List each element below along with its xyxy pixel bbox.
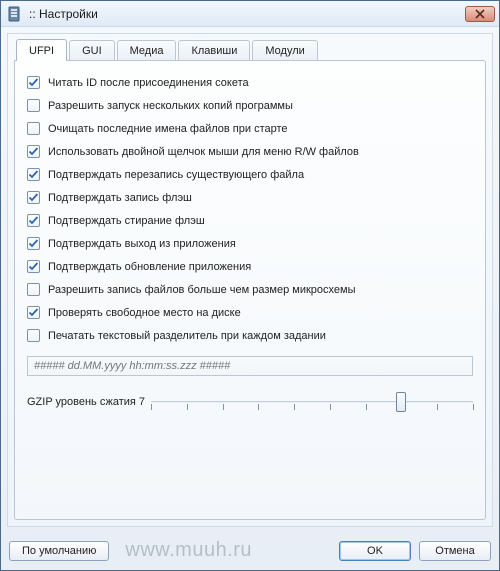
slider-tick: [473, 404, 474, 410]
slider-tick: [330, 404, 331, 410]
slider-tick: [187, 404, 188, 410]
option-label: Печатать текстовый разделитель при каждо…: [48, 330, 326, 342]
option-row: Подтверждать обновление приложения: [27, 260, 473, 273]
tab-page-ufpi: Читать ID после присоединения сокета Разр…: [14, 60, 486, 520]
slider-tick: [366, 404, 367, 410]
slider-tick: [294, 404, 295, 410]
option-checkbox[interactable]: [27, 99, 40, 112]
watermark-text: www.muuh.ru: [125, 539, 252, 562]
tab-media[interactable]: Медиа: [117, 40, 177, 61]
separator-template-field[interactable]: [27, 356, 473, 376]
option-row: Очищать последние имена файлов при старт…: [27, 122, 473, 135]
defaults-button[interactable]: По умолчанию: [9, 541, 109, 561]
settings-window: :: Настройки UFPI GUI Медиа Клавиши Моду…: [0, 0, 500, 571]
tabs-row: UFPI GUI Медиа Клавиши Модули: [14, 40, 486, 61]
cancel-button[interactable]: Отмена: [419, 541, 491, 561]
ok-button[interactable]: OK: [339, 541, 411, 561]
tab-ufpi[interactable]: UFPI: [16, 39, 67, 61]
titlebar: :: Настройки: [1, 1, 499, 27]
option-label: Использовать двойной щелчок мыши для мен…: [48, 146, 359, 158]
slider-tick: [258, 404, 259, 410]
option-label: Проверять свободное место на диске: [48, 307, 241, 319]
gzip-slider[interactable]: [151, 390, 473, 414]
slider-tick: [223, 404, 224, 410]
option-checkbox[interactable]: [27, 283, 40, 296]
slider-tick: [437, 404, 438, 410]
option-row: Использовать двойной щелчок мыши для мен…: [27, 145, 473, 158]
option-checkbox[interactable]: [27, 260, 40, 273]
options-list: Читать ID после присоединения сокета Разр…: [27, 76, 473, 342]
tab-gui[interactable]: GUI: [69, 40, 115, 61]
option-label: Подтверждать запись флэш: [48, 192, 192, 204]
tab-modules[interactable]: Модули: [252, 40, 317, 61]
option-label: Подтверждать выход из приложения: [48, 238, 236, 250]
option-row: Разрешить запуск нескольких копий програ…: [27, 99, 473, 112]
option-label: Читать ID после присоединения сокета: [48, 77, 249, 89]
option-label: Подтверждать стирание флэш: [48, 215, 205, 227]
slider-tick: [151, 404, 152, 410]
client-area: UFPI GUI Медиа Клавиши Модули Читать ID …: [7, 33, 493, 527]
option-checkbox[interactable]: [27, 237, 40, 250]
option-row: Подтверждать запись флэш: [27, 191, 473, 204]
app-icon: [7, 6, 23, 22]
option-label: Подтверждать обновление приложения: [48, 261, 251, 273]
gzip-slider-label: GZIP уровень сжатия 7: [27, 396, 145, 408]
option-row: Проверять свободное место на диске: [27, 306, 473, 319]
option-checkbox[interactable]: [27, 76, 40, 89]
option-row: Разрешить запись файлов больше чем разме…: [27, 283, 473, 296]
option-checkbox[interactable]: [27, 191, 40, 204]
option-row: Читать ID после присоединения сокета: [27, 76, 473, 89]
option-row: Подтверждать перезапись существующего фа…: [27, 168, 473, 181]
option-checkbox[interactable]: [27, 168, 40, 181]
option-row: Подтверждать выход из приложения: [27, 237, 473, 250]
close-button[interactable]: [465, 6, 495, 22]
option-label: Очищать последние имена файлов при старт…: [48, 123, 288, 135]
slider-thumb[interactable]: [396, 392, 406, 412]
window-title: :: Настройки: [29, 7, 98, 21]
option-row: Подтверждать стирание флэш: [27, 214, 473, 227]
gzip-slider-row: GZIP уровень сжатия 7: [27, 390, 473, 414]
option-checkbox[interactable]: [27, 122, 40, 135]
option-label: Разрешить запись файлов больше чем разме…: [48, 284, 355, 296]
option-checkbox[interactable]: [27, 306, 40, 319]
option-checkbox[interactable]: [27, 214, 40, 227]
option-label: Подтверждать перезапись существующего фа…: [48, 169, 304, 181]
bottom-bar: По умолчанию www.muuh.ru OK Отмена: [1, 533, 499, 570]
option-label: Разрешить запуск нескольких копий програ…: [48, 100, 293, 112]
option-checkbox[interactable]: [27, 145, 40, 158]
option-row: Печатать текстовый разделитель при каждо…: [27, 329, 473, 342]
tab-keys[interactable]: Клавиши: [178, 40, 250, 61]
option-checkbox[interactable]: [27, 329, 40, 342]
